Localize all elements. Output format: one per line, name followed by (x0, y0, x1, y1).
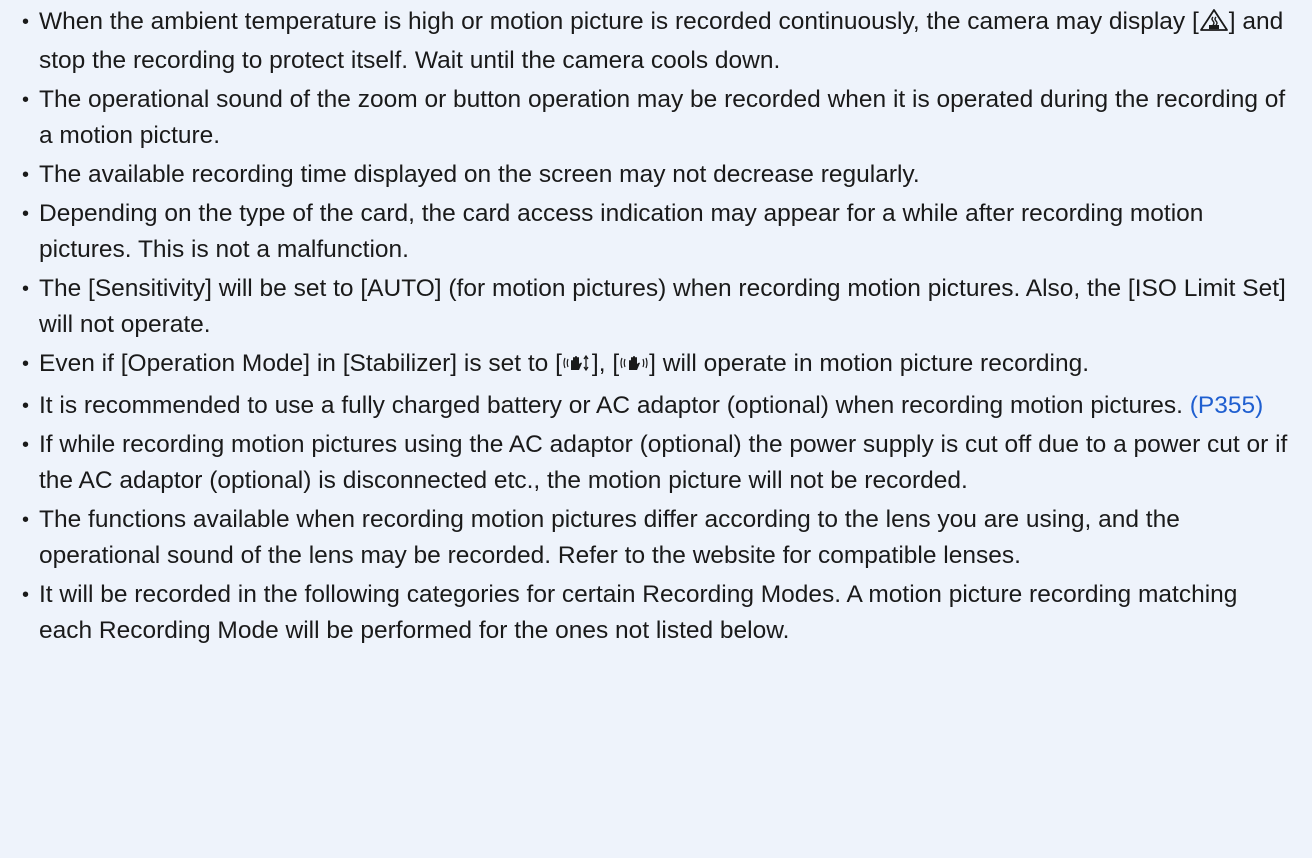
note-text: The [Sensitivity] will be set to [AUTO] … (39, 275, 1286, 338)
note-text: Depending on the type of the card, the c… (39, 200, 1204, 263)
note-text: ] will operate in motion picture recordi… (649, 350, 1090, 377)
stabilizer-normal-icon (619, 349, 649, 385)
note-text: The operational sound of the zoom or but… (39, 86, 1286, 149)
page-reference-link[interactable]: (P355) (1190, 392, 1264, 419)
note-text: Even if [Operation Mode] in [Stabilizer]… (39, 350, 562, 377)
note-power-cut: If while recording motion pictures using… (22, 427, 1294, 499)
note-text: ], [ (591, 350, 620, 377)
note-text: It will be recorded in the following cat… (39, 581, 1238, 644)
stabilizer-vertical-icon (562, 349, 592, 385)
temperature-warning-icon (1199, 7, 1229, 43)
note-temperature: When the ambient temperature is high or … (22, 4, 1294, 79)
note-card-access: Depending on the type of the card, the c… (22, 196, 1294, 268)
note-text: If while recording motion pictures using… (39, 431, 1288, 494)
manual-page: When the ambient temperature is high or … (0, 0, 1312, 858)
note-text: It is recommended to use a fully charged… (39, 392, 1190, 419)
note-battery: It is recommended to use a fully charged… (22, 388, 1294, 424)
note-text: The available recording time displayed o… (39, 161, 920, 188)
note-recording-time: The available recording time displayed o… (22, 157, 1294, 193)
note-lens-functions: The functions available when recording m… (22, 502, 1294, 574)
note-text: The functions available when recording m… (39, 506, 1180, 569)
notes-list: When the ambient temperature is high or … (22, 4, 1294, 649)
note-zoom-sound: The operational sound of the zoom or but… (22, 82, 1294, 154)
note-text: When the ambient temperature is high or … (39, 8, 1199, 35)
note-recording-modes: It will be recorded in the following cat… (22, 577, 1294, 649)
note-stabilizer: Even if [Operation Mode] in [Stabilizer]… (22, 346, 1294, 385)
note-sensitivity: The [Sensitivity] will be set to [AUTO] … (22, 271, 1294, 343)
